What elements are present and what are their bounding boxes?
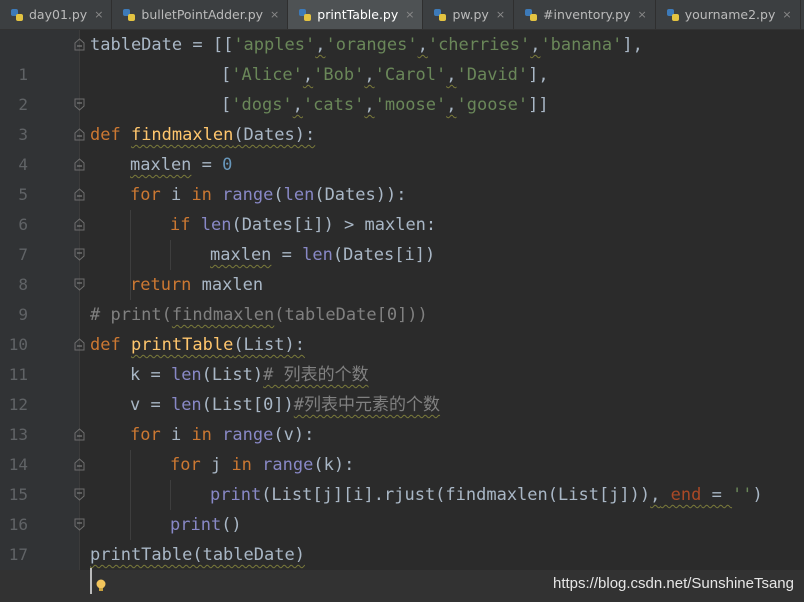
text-caret — [90, 568, 92, 594]
code-line[interactable]: 4 def findmaxlen(Dates): — [0, 120, 804, 174]
fold-expand-icon[interactable] — [74, 278, 85, 291]
code-line[interactable]: 16 print(List[j][i].rjust(findmaxlen(Lis… — [0, 480, 804, 534]
tab-printtable[interactable]: printTable.py × — [288, 0, 424, 29]
code-text: for j in range(k): — [170, 455, 355, 475]
code-text: def printTable(List): — [90, 335, 305, 355]
code-line[interactable]: 15 for j in range(k): — [0, 450, 804, 504]
fold-expand-icon[interactable] — [74, 488, 85, 501]
code-text: printTable(tableDate) — [90, 545, 305, 565]
code-text: return maxlen — [130, 275, 264, 295]
code-line[interactable]: 14 for i in range(v): — [0, 420, 804, 474]
code-line[interactable]: 17 print() — [0, 510, 804, 564]
code-text: # print(findmaxlen(tableDate[0])) — [90, 305, 428, 325]
tab-label: yourname2.py — [684, 7, 776, 22]
code-text: if len(Dates[i]) > maxlen: — [170, 215, 437, 235]
tab-label: pw.py — [452, 7, 489, 22]
tab-bulletpointadder[interactable]: bulletPointAdder.py × — [112, 0, 289, 29]
code-text: for i in range(v): — [130, 425, 315, 445]
tab-pw[interactable]: pw.py × — [423, 0, 515, 29]
fold-collapse-icon[interactable] — [74, 218, 85, 231]
tab-label: printTable.py — [317, 7, 399, 22]
code-line[interactable]: 12 k = len(List)# 列表的个数 — [0, 360, 804, 414]
close-icon[interactable]: × — [405, 8, 414, 21]
code-text: v = len(List[0])#列表中元素的个数 — [130, 395, 441, 415]
fold-collapse-icon[interactable] — [74, 458, 85, 471]
code-line[interactable]: 10 # print(findmaxlen(tableDate[0])) — [0, 300, 804, 354]
close-icon[interactable]: × — [94, 8, 103, 21]
code-line[interactable]: 18 printTable(tableDate) — [0, 540, 804, 594]
fold-collapse-icon[interactable] — [74, 338, 85, 351]
tab-yourname2[interactable]: yourname2.py × — [656, 0, 801, 29]
editor-tab-bar: day01.py × bulletPointAdder.py × printTa… — [0, 0, 804, 30]
python-file-icon — [299, 8, 312, 21]
code-editor[interactable]: 1 tableDate = [['apples','oranges','cher… — [0, 30, 804, 602]
fold-expand-icon[interactable] — [74, 98, 85, 111]
python-file-icon — [666, 8, 679, 21]
python-file-icon — [434, 8, 447, 21]
python-file-icon — [123, 8, 136, 21]
code-line[interactable]: 3 ['dogs','cats','moose','goose']] — [0, 90, 804, 144]
code-text: print() — [170, 515, 242, 535]
fold-collapse-icon[interactable] — [74, 38, 85, 51]
code-text: ['dogs','cats','moose','goose']] — [221, 95, 549, 115]
code-text: tableDate = [['apples','oranges','cherri… — [90, 35, 643, 55]
fold-collapse-icon[interactable] — [74, 188, 85, 201]
code-line[interactable]: 13 v = len(List[0])#列表中元素的个数 — [0, 390, 804, 444]
tab-day01[interactable]: day01.py × — [0, 0, 113, 29]
code-line[interactable]: 6 for i in range(len(Dates)): — [0, 180, 804, 234]
close-icon[interactable]: × — [270, 8, 279, 21]
code-line[interactable]: 5 maxlen = 0 — [0, 150, 804, 204]
fold-collapse-icon[interactable] — [74, 158, 85, 171]
code-line[interactable]: 11 def printTable(List): — [0, 330, 804, 384]
python-file-icon — [11, 8, 23, 21]
code-text: for i in range(len(Dates)): — [130, 185, 407, 205]
code-text: ['Alice','Bob','Carol','David'], — [221, 65, 549, 85]
tab-label: #inventory.py — [543, 7, 631, 22]
fold-collapse-icon[interactable] — [74, 428, 85, 441]
code-line[interactable]: 2 ['Alice','Bob','Carol','David'], — [0, 60, 804, 114]
tab-label: bulletPointAdder.py — [141, 7, 264, 22]
code-line[interactable]: 7 if len(Dates[i]) > maxlen: — [0, 210, 804, 264]
fold-expand-icon[interactable] — [74, 518, 85, 531]
code-line[interactable]: 9 return maxlen — [0, 270, 804, 324]
fold-collapse-icon[interactable] — [74, 128, 85, 141]
fold-expand-icon[interactable] — [74, 248, 85, 261]
code-line[interactable]: 8 maxlen = len(Dates[i]) — [0, 240, 804, 294]
python-file-icon — [525, 8, 538, 21]
code-text: k = len(List)# 列表的个数 — [130, 365, 369, 385]
close-icon[interactable]: × — [782, 8, 791, 21]
close-icon[interactable]: × — [638, 8, 647, 21]
watermark-text: https://blog.csdn.net/SunshineTsang — [553, 575, 794, 592]
code-line[interactable]: 1 tableDate = [['apples','oranges','cher… — [0, 30, 804, 84]
code-text: maxlen = 0 — [130, 155, 233, 175]
tab-label: day01.py — [29, 7, 88, 22]
code-text: def findmaxlen(Dates): — [90, 125, 316, 145]
close-icon[interactable]: × — [496, 8, 505, 21]
code-text: print(List[j][i].rjust(findmaxlen(List[j… — [210, 485, 763, 505]
tab-inventory[interactable]: #inventory.py × — [514, 0, 656, 29]
code-text: maxlen = len(Dates[i]) — [210, 245, 436, 265]
lightbulb-icon[interactable] — [95, 579, 107, 593]
